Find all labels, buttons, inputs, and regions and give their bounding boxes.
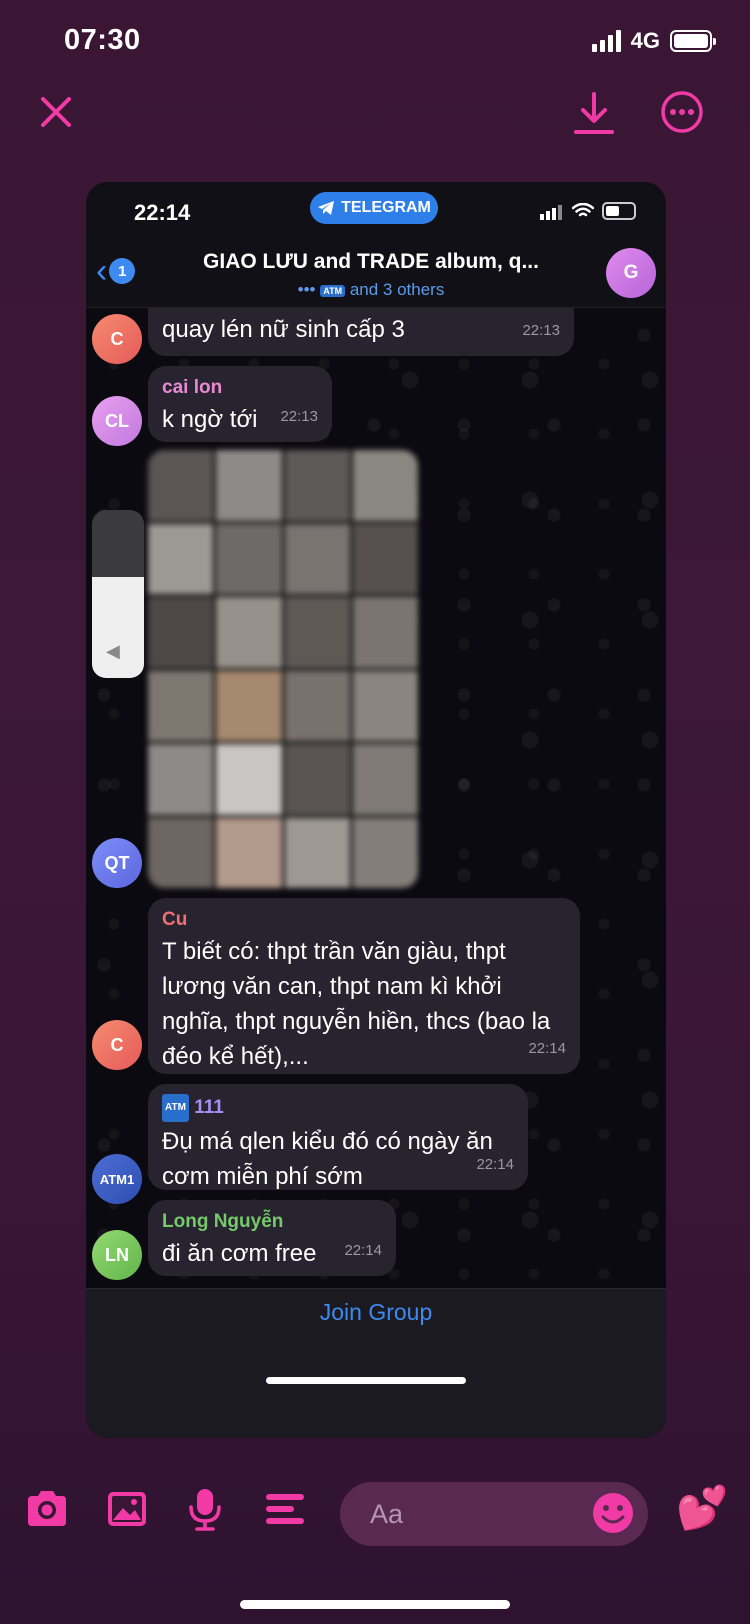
viewer-toolbar xyxy=(0,90,750,150)
blurred-photo-album[interactable] xyxy=(148,450,418,888)
sender-name: cai lon xyxy=(162,377,223,398)
telegram-status-indicators xyxy=(540,202,636,220)
chat-title[interactable]: GIAO LƯU and TRADE album, q... xyxy=(156,250,586,274)
join-group-bar: Join Group xyxy=(86,1288,666,1438)
message-time: 22:14 xyxy=(344,1242,382,1259)
back-button[interactable]: ‹ 1 xyxy=(96,252,136,290)
message-list[interactable]: C quay lén nữ sinh cấp 3 22:13 CL cai lo… xyxy=(86,308,666,1288)
camera-icon[interactable] xyxy=(24,1486,70,1532)
download-icon[interactable] xyxy=(572,90,616,138)
telegram-pill-label: TELEGRAM xyxy=(341,199,431,216)
sender-name: ATM 111 xyxy=(162,1094,514,1122)
telegram-battery-icon xyxy=(602,202,636,220)
more-options-icon[interactable] xyxy=(660,90,704,134)
battery-icon xyxy=(670,30,716,52)
speaker-icon: ◀ xyxy=(106,641,120,661)
text-format-icon[interactable] xyxy=(262,1486,308,1532)
network-type: 4G xyxy=(630,28,660,53)
message-input-placeholder: Aa xyxy=(370,1499,404,1529)
microphone-icon[interactable] xyxy=(182,1486,228,1532)
avatar[interactable]: CL xyxy=(92,396,142,446)
wifi-icon xyxy=(572,203,594,217)
chat-subtitle: ••• ATM and 3 others xyxy=(156,280,586,300)
message-text: T biết có: thpt trần văn giàu, thpt lươn… xyxy=(162,938,551,1070)
unread-badge: 1 xyxy=(109,258,136,284)
message-bubble[interactable]: Cu T biết có: thpt trần văn giàu, thpt l… xyxy=(148,898,580,1074)
chevron-left-icon: ‹ xyxy=(96,252,108,290)
composer-bar: Aa 💕 xyxy=(0,1476,750,1556)
message-input[interactable]: Aa xyxy=(340,1482,648,1546)
status-bar: 07:30 4G xyxy=(0,0,750,90)
message-bubble[interactable]: quay lén nữ sinh cấp 3 22:13 xyxy=(148,308,574,356)
message-time: 22:14 xyxy=(476,1156,514,1173)
sender-name: Long Nguyễn xyxy=(162,1211,284,1232)
sender-name: Cu xyxy=(162,909,188,930)
home-indicator xyxy=(240,1600,510,1609)
atm-emoji-icon: ATM xyxy=(162,1094,189,1122)
status-indicators: 4G xyxy=(591,28,716,54)
sender-name-text: 111 xyxy=(194,1097,224,1119)
avatar[interactable]: ATM1 xyxy=(92,1154,142,1204)
chat-subtitle-text: and 3 others xyxy=(349,280,445,299)
close-icon[interactable] xyxy=(38,94,74,130)
atm-emoji-icon: ATM xyxy=(320,284,346,297)
typing-dots: ••• xyxy=(297,280,316,299)
avatar[interactable]: LN xyxy=(92,1230,142,1280)
message-bubble[interactable]: ATM 111 Đụ má qlen kiểu đó có ngày ăn cơ… xyxy=(148,1084,528,1190)
telegram-status-bar: 22:14 TELEGRAM xyxy=(86,182,666,242)
telegram-app-pill: TELEGRAM xyxy=(310,192,438,224)
join-group-button[interactable]: Join Group xyxy=(86,1299,666,1326)
message-time: 22:13 xyxy=(280,408,318,425)
telegram-signal-icon xyxy=(540,202,564,220)
message-time: 22:14 xyxy=(528,1040,566,1057)
status-time: 07:30 xyxy=(64,24,141,56)
gallery-icon[interactable] xyxy=(104,1486,150,1532)
telegram-status-time: 22:14 xyxy=(134,200,191,225)
avatar[interactable]: C xyxy=(92,1020,142,1070)
shared-screenshot[interactable]: 22:14 TELEGRAM ‹ 1 GIAO LƯU and TRADE al… xyxy=(86,182,666,1438)
telegram-plane-icon xyxy=(318,201,335,215)
volume-level xyxy=(92,577,144,678)
message-time: 22:13 xyxy=(522,322,560,339)
emoji-icon[interactable] xyxy=(592,1492,634,1534)
message-bubble[interactable]: Long Nguyễn đi ăn cơm free 22:14 xyxy=(148,1200,396,1276)
message-bubble[interactable]: cai lon k ngờ tới 22:13 xyxy=(148,366,332,442)
message-text: Đụ má qlen kiểu đó có ngày ăn cơm miễn p… xyxy=(162,1128,493,1190)
volume-indicator: ◀ xyxy=(92,510,144,678)
avatar[interactable]: C xyxy=(92,314,142,364)
hearts-icon[interactable]: 💕 xyxy=(676,1484,728,1533)
chat-header: ‹ 1 GIAO LƯU and TRADE album, q... ••• A… xyxy=(86,242,666,308)
group-avatar[interactable]: G xyxy=(606,248,656,298)
message-text: quay lén nữ sinh cấp 3 xyxy=(162,316,405,343)
telegram-home-indicator xyxy=(266,1377,466,1384)
signal-icon xyxy=(591,30,621,52)
avatar[interactable]: QT xyxy=(92,838,142,888)
